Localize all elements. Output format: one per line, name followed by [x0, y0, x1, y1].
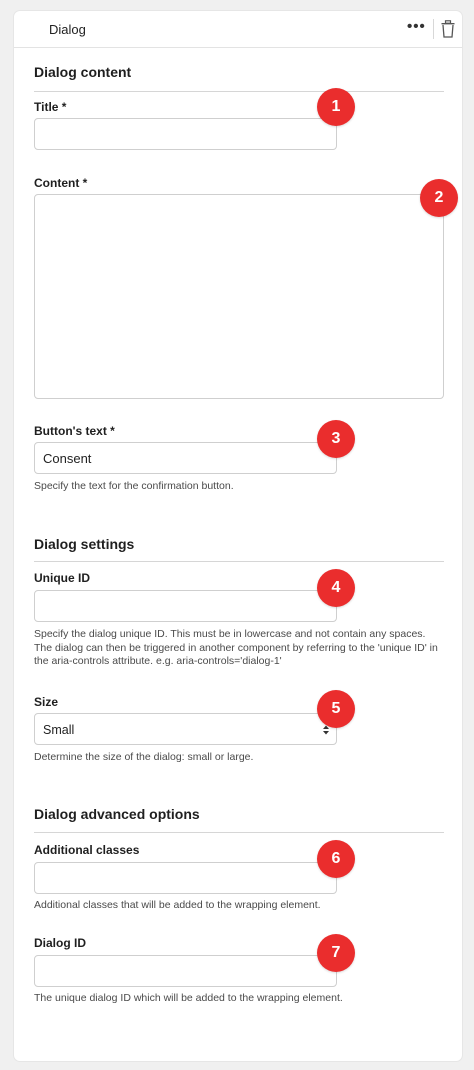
button-text-input[interactable]: [34, 442, 337, 474]
additional-classes-label: Additional classes: [34, 843, 140, 857]
dialog-id-label: Dialog ID: [34, 936, 87, 950]
annotation-badge-5: 5: [317, 690, 355, 728]
section-divider: [34, 561, 444, 562]
section-title-dialog-settings: Dialog settings: [34, 536, 135, 552]
unique-id-label: Unique ID: [34, 571, 90, 585]
size-help: Determine the size of the dialog: small …: [34, 751, 254, 763]
size-label: Size: [34, 695, 59, 709]
annotation-badge-2: 2: [420, 179, 458, 217]
dialog-id-help: The unique dialog ID which will be added…: [34, 992, 343, 1004]
additional-classes-help: Additional classes that will be added to…: [34, 899, 321, 911]
button-text-help: Specify the text for the confirmation bu…: [34, 480, 234, 492]
title-input[interactable]: [34, 118, 337, 150]
content-label: Content *: [34, 176, 88, 190]
content-textarea[interactable]: [34, 194, 444, 399]
additional-classes-input[interactable]: [34, 862, 337, 894]
button-text-label: Button's text *: [34, 424, 115, 438]
section-divider: [34, 91, 444, 92]
dialog-settings-panel: Dialog ••• Dialog content Title * Conten…: [14, 11, 462, 1061]
section-title-dialog-content: Dialog content: [34, 64, 132, 80]
more-options-icon[interactable]: •••: [407, 19, 427, 37]
size-select-value: Small: [43, 723, 75, 737]
dialog-id-input[interactable]: [34, 955, 337, 987]
unique-id-help: Specify the dialog unique ID. This must …: [34, 628, 438, 667]
unique-id-input[interactable]: [34, 590, 337, 622]
annotation-badge-1: 1: [317, 88, 355, 126]
size-select[interactable]: Small: [34, 713, 337, 745]
section-divider: [34, 832, 444, 833]
annotation-badge-6: 6: [317, 840, 355, 878]
title-label: Title *: [34, 100, 67, 114]
panel-header: Dialog •••: [14, 11, 462, 48]
annotation-badge-4: 4: [317, 569, 355, 607]
annotation-badge-7: 7: [317, 934, 355, 972]
panel-title: Dialog: [49, 22, 86, 37]
header-divider: [433, 19, 434, 39]
annotation-badge-3: 3: [317, 420, 355, 458]
trash-icon[interactable]: [441, 20, 455, 38]
section-title-dialog-advanced: Dialog advanced options: [34, 806, 200, 822]
